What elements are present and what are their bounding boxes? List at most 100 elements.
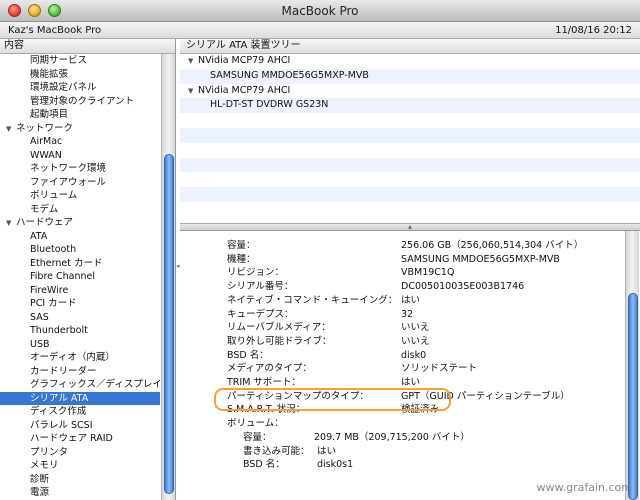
detail-label: BSD 名： — [227, 349, 269, 361]
detail-value: ソリッドステート — [401, 363, 478, 375]
detail-value: SAMSUNG MMDOE56G5MXP-MVB — [401, 253, 560, 265]
sidebar-item[interactable]: カードリーダー — [0, 365, 160, 379]
sidebar-scrollbar[interactable] — [161, 54, 175, 500]
tree-empty-row — [180, 127, 640, 143]
sidebar-item[interactable]: Fibre Channel — [0, 270, 160, 284]
sidebar-item[interactable]: 同期サービス — [0, 54, 160, 68]
sidebar-item[interactable]: 診断 — [0, 473, 160, 487]
disclosure-triangle-icon[interactable]: ▼ — [6, 217, 16, 230]
sidebar-header[interactable]: 内容 — [0, 39, 175, 54]
tree-controller[interactable]: ▼ NVidia MCP79 AHCI — [180, 54, 640, 69]
detail-value: はい — [317, 445, 337, 457]
sidebar-item-label: ディスク作成 — [30, 406, 87, 417]
detail-label: 書き込み可能： — [243, 445, 310, 457]
sidebar-item-label: Ethernet カード — [30, 257, 103, 269]
sidebar-item[interactable]: シリアル ATA — [0, 391, 160, 405]
sidebar-item[interactable]: Ethernet カード — [0, 257, 160, 271]
detail-value: VBM19C1Q — [401, 267, 455, 279]
sidebar-item[interactable]: 環境設定パネル — [0, 81, 160, 95]
tree-empty-row — [180, 157, 640, 173]
sidebar-item-label: グラフィックス／ディスプレイ — [30, 379, 160, 390]
detail-label: キューデプス： — [227, 308, 294, 320]
detail-row: BSD 名： disk0 — [180, 349, 620, 363]
sidebar-scroll-thumb[interactable] — [164, 154, 174, 494]
sidebar-category[interactable]: ▼ ネットワーク — [0, 122, 160, 136]
sidebar-item[interactable]: PCI カード — [0, 297, 160, 311]
panel-divider[interactable]: ▴ — [180, 222, 640, 231]
detail-row: 取り外し可能ドライブ： いいえ — [180, 335, 620, 349]
watermark: www.grafain.com — [536, 481, 632, 494]
tree-row-label: NVidia MCP79 AHCI — [198, 55, 291, 66]
detail-label: リムーバブルメディア： — [227, 322, 331, 334]
detail-value: はい — [401, 294, 421, 306]
sidebar-item[interactable]: 電源 — [0, 486, 160, 500]
detail-label: メディアのタイプ： — [227, 363, 312, 375]
divider-grip-icon[interactable]: ▴ — [408, 222, 412, 231]
sidebar-item[interactable]: グラフィックス／ディスプレイ — [0, 378, 160, 392]
sidebar-item[interactable]: モデム — [0, 203, 160, 217]
sidebar-item[interactable]: 起動項目 — [0, 108, 160, 122]
sidebar-item[interactable]: プリンタ — [0, 446, 160, 460]
sidebar-item-label: USB — [30, 338, 50, 350]
sidebar-item-label: Fibre Channel — [30, 271, 96, 282]
sidebar-item[interactable]: AirMac — [0, 135, 160, 149]
detail-label: 取り外し可能ドライブ： — [227, 335, 332, 347]
detail-row: メディアのタイプ： ソリッドステート — [180, 362, 620, 376]
detail-label: 容量： — [243, 431, 272, 443]
sidebar-item[interactable]: FireWire — [0, 284, 160, 298]
sidebar-item[interactable]: Thunderbolt — [0, 324, 160, 338]
detail-value: いいえ — [401, 335, 430, 347]
sidebar-item-label: ファイアウォール — [30, 176, 107, 188]
detail-value: 209.7 MB（209,715,200 バイト） — [314, 431, 470, 443]
sidebar-item[interactable]: ディスク作成 — [0, 405, 160, 419]
tree-controller[interactable]: ▼ NVidia MCP79 AHCI — [180, 84, 640, 99]
detail-scrollbar[interactable] — [625, 231, 639, 500]
tree-empty-row — [180, 187, 640, 202]
sidebar-category[interactable]: ▼ ハードウェア — [0, 216, 160, 230]
sidebar-item[interactable]: USB — [0, 338, 160, 352]
sidebar-item[interactable]: SAS — [0, 311, 160, 325]
sidebar-item[interactable]: 機能拡張 — [0, 68, 160, 82]
detail-label: 容量： — [227, 240, 256, 251]
sidebar-item[interactable]: 管理対象のクライアント — [0, 95, 160, 109]
sidebar-item-label: Bluetooth — [30, 244, 77, 255]
tree-empty-row — [180, 202, 640, 217]
detail-row: 容量： 256.06 GB（256,060,514,304 バイト） — [180, 239, 620, 253]
timestamp: 11/08/16 20:12 — [555, 25, 632, 36]
detail-row: 書き込み可能： はい — [180, 445, 620, 459]
detail-scroll-thumb[interactable] — [628, 293, 638, 500]
sidebar-item[interactable]: オーディオ（内蔵） — [0, 351, 160, 365]
sidebar-item[interactable]: メモリ — [0, 459, 160, 473]
tree-rows: ▼ NVidia MCP79 AHCI SAMSUNG MMDOE56G5MXP-M… — [180, 54, 640, 217]
detail-row: 容量： 209.7 MB（209,715,200 バイト） — [180, 431, 620, 445]
sidebar-item[interactable]: ATA — [0, 230, 160, 244]
detail-row: キューデプス： 32 — [180, 308, 620, 322]
sidebar-item-label: Thunderbolt — [30, 325, 88, 336]
sidebar-item-label: AirMac — [30, 136, 63, 147]
sidebar-item-label: オーディオ（内蔵） — [30, 352, 115, 363]
info-header: Kaz's MacBook Pro 11/08/16 20:12 — [0, 22, 640, 39]
tree-device[interactable]: HL-DT-ST DVDRW GS23N — [180, 98, 640, 114]
disclosure-triangle-icon[interactable]: ▼ — [188, 54, 198, 69]
disclosure-triangle-icon[interactable]: ▼ — [6, 123, 16, 136]
disclosure-triangle-icon[interactable]: ▼ — [188, 84, 198, 99]
detail-value: DC00501003SE003B1746 — [401, 281, 525, 293]
sidebar-item[interactable]: ファイアウォール — [0, 176, 160, 190]
tree-header[interactable]: シリアル ATA 装置ツリー — [180, 39, 640, 54]
tree-row-label: HL-DT-ST DVDRW GS23N — [210, 99, 329, 111]
sidebar-item[interactable]: ハードウェア RAID — [0, 432, 160, 446]
title-bar: MacBook Pro — [0, 0, 640, 22]
sidebar-item[interactable]: ネットワーク環境 — [0, 162, 160, 176]
tree-device[interactable]: SAMSUNG MMDOE56G5MXP-MVB — [180, 68, 640, 84]
detail-row: シリアル番号： DC00501003SE003B1746 — [180, 280, 620, 294]
sidebar-item[interactable]: WWAN — [0, 149, 160, 163]
tree-row-label: NVidia MCP79 AHCI — [198, 84, 291, 96]
detail-label: リビジョン： — [227, 267, 285, 279]
tree-row-label: SAMSUNG MMDOE56G5MXP-MVB — [210, 69, 369, 81]
sidebar-item[interactable]: パラレル SCSI — [0, 419, 160, 433]
sidebar-item[interactable]: Bluetooth — [0, 243, 160, 257]
sidebar-item-label: 電源 — [30, 487, 50, 498]
sidebar-item-label: モデム — [30, 203, 59, 215]
detail-value: 32 — [401, 308, 414, 320]
sidebar-item[interactable]: ボリューム — [0, 189, 160, 203]
